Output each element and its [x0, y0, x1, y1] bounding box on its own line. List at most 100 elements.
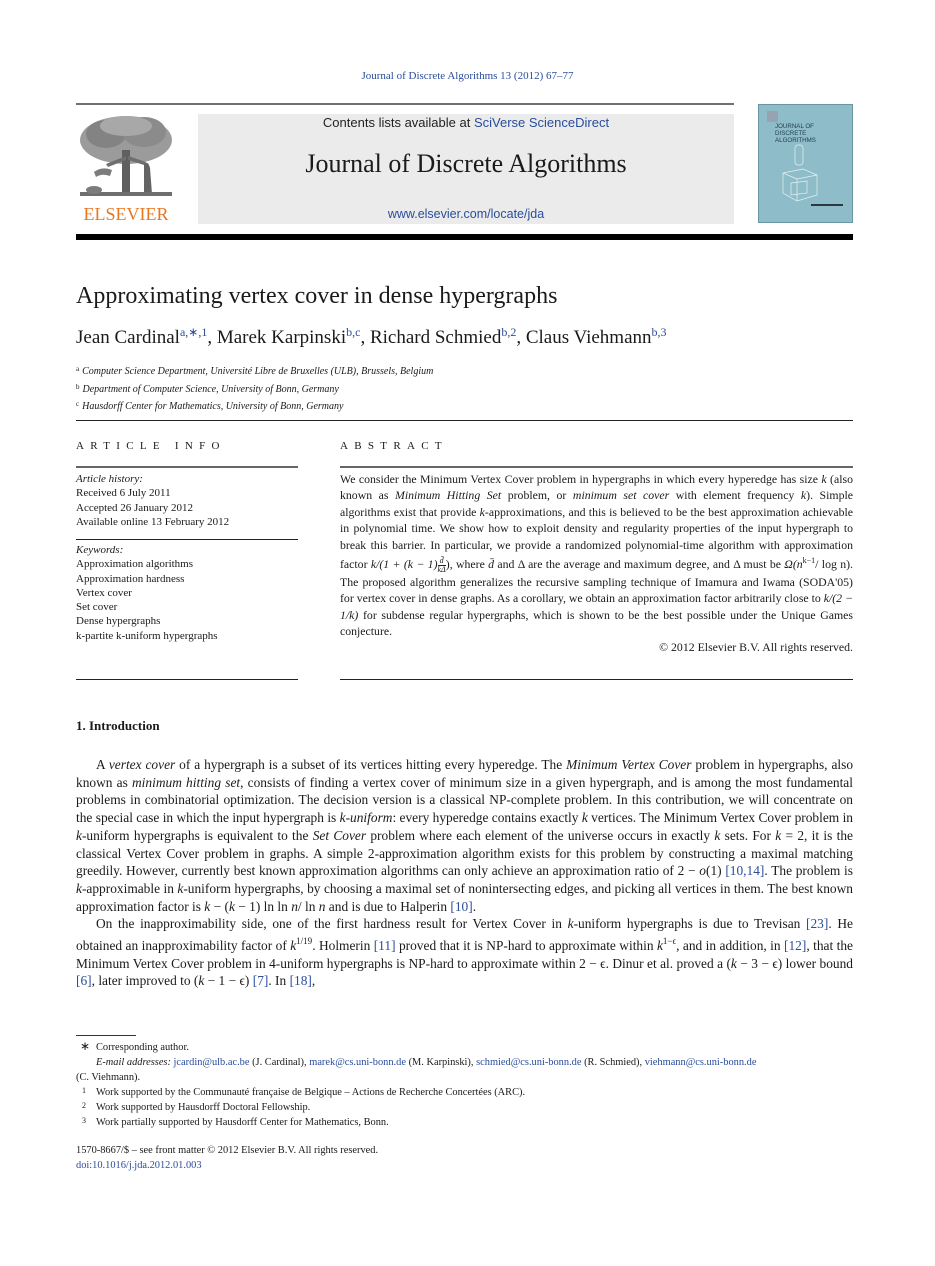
- author-list: Jean Cardinala,∗,1, Marek Karpinskib,c, …: [76, 325, 667, 349]
- author-name: Richard Schmied: [369, 327, 502, 348]
- affiliation-text: Hausdorff Center for Mathematics, Univer…: [82, 401, 344, 412]
- cover-title-line: JOURNAL OF: [775, 123, 814, 130]
- footnote-mark: 3: [82, 1116, 86, 1125]
- italic-term: k: [730, 955, 737, 971]
- italic-term: o: [699, 863, 706, 879]
- info-rule: [76, 539, 298, 540]
- article-history-label: Article history:: [76, 473, 143, 485]
- footnote-corresponding: ∗ Corresponding author.: [76, 1039, 853, 1055]
- journal-url-link[interactable]: www.elsevier.com/locate/jda: [198, 207, 734, 221]
- affiliation-mark: b: [76, 382, 80, 391]
- sciencedirect-link[interactable]: SciVerse ScienceDirect: [474, 115, 609, 130]
- article-history: Article history: Received 6 July 2011 Ac…: [76, 472, 229, 529]
- email-owner-wrap: (C. Viehmann).: [76, 1070, 853, 1085]
- author-separator: ,: [207, 327, 217, 348]
- header-rule: [76, 103, 734, 105]
- history-received: Received 6 July 2011: [76, 487, 171, 500]
- superscript: 1−ϵ: [662, 936, 677, 947]
- citation-link[interactable]: [11]: [374, 938, 396, 953]
- author-affiliation-marks[interactable]: a,∗,1: [180, 325, 207, 339]
- italic-term: k: [177, 880, 184, 896]
- italic-term: n: [291, 898, 298, 914]
- introduction-paragraph: On the inapproximability side, one of th…: [76, 916, 853, 989]
- footnote-text: Work partially supported by Hausdorff Ce…: [96, 1117, 389, 1128]
- italic-term: Minimum Vertex Cover: [566, 757, 692, 772]
- email-label: E-mail addresses:: [96, 1057, 171, 1068]
- abstract-text: We consider the Minimum Vertex Cover pro…: [340, 472, 853, 639]
- article-info-heading: ARTICLE INFO: [76, 440, 226, 452]
- contents-available-line: Contents lists available at SciVerse Sci…: [198, 114, 734, 130]
- email-owner: (J. Cardinal): [252, 1057, 305, 1068]
- email-link[interactable]: jcardin@ulb.ac.be: [174, 1057, 250, 1068]
- superscript: 1/19: [296, 936, 313, 947]
- citation-link[interactable]: [23]: [806, 916, 828, 931]
- author-affiliation-marks[interactable]: b,2: [501, 325, 516, 339]
- author-affiliation-marks[interactable]: b,3: [652, 325, 667, 339]
- author-affiliation-marks[interactable]: b,c: [346, 325, 360, 339]
- affiliation-text: Department of Computer Science, Universi…: [82, 383, 339, 395]
- introduction-paragraph: A vertex cover of a hypergraph is a subs…: [76, 757, 854, 914]
- issn-line: 1570-8667/$ – see front matter © 2012 El…: [76, 1145, 379, 1156]
- footnote-emails: E-mail addresses: jcardin@ulb.ac.be (J. …: [96, 1057, 757, 1068]
- contents-prefix: Contents lists available at: [322, 115, 474, 130]
- email-link[interactable]: marek@cs.uni-bonn.de: [309, 1057, 406, 1068]
- keywords-block: Keywords: Approximation algorithms Appro…: [76, 543, 218, 643]
- author-separator: ,: [360, 327, 370, 348]
- italic-term: k: [581, 810, 588, 826]
- citation-link[interactable]: [10,14]: [725, 863, 764, 878]
- citation-link[interactable]: [18]: [290, 973, 312, 988]
- author-separator: ,: [516, 327, 526, 348]
- footnote-mark: 2: [82, 1101, 86, 1110]
- footnotes: ∗ Corresponding author. E-mail addresses:…: [76, 1039, 853, 1130]
- abstract-rule: [340, 466, 853, 468]
- italic-term: k: [775, 827, 782, 843]
- introduction-heading: 1. Introduction: [76, 718, 160, 733]
- keyword: Approximation algorithms: [76, 558, 194, 571]
- journal-banner: Contents lists available at SciVerse Sci…: [198, 114, 734, 224]
- footnote: 3 Work partially supported by Hausdorff C…: [76, 1115, 853, 1130]
- history-accepted: Accepted 26 January 2012: [76, 501, 193, 514]
- affiliation: a Computer Science Department, Université…: [76, 362, 433, 380]
- email-link[interactable]: schmied@cs.uni-bonn.de: [476, 1057, 581, 1068]
- italic-term: k: [714, 827, 721, 843]
- email-link[interactable]: viehmann@cs.uni-bonn.de: [645, 1057, 757, 1068]
- journal-reference[interactable]: Journal of Discrete Algorithms 13 (2012)…: [0, 70, 935, 82]
- journal-title: Journal of Discrete Algorithms: [305, 149, 627, 178]
- elsevier-tree-icon: [80, 116, 172, 196]
- cover-title: JOURNAL OF DISCRETE ALGORITHMS: [775, 123, 816, 144]
- elsevier-logo[interactable]: ELSEVIER: [76, 112, 176, 224]
- keywords-label: Keywords:: [76, 544, 124, 556]
- abstract-rule: [340, 679, 853, 680]
- italic-term: k-uniform: [339, 810, 393, 826]
- footnote-mark: 1: [82, 1086, 86, 1095]
- email-owner: (C. Viehmann).: [76, 1072, 141, 1083]
- italic-term: k: [567, 916, 574, 932]
- footnote: 1 Work supported by the Communauté frança…: [76, 1085, 853, 1100]
- keyword: k-partite k-uniform hypergraphs: [76, 629, 218, 642]
- keyword: Set cover: [76, 601, 118, 614]
- journal-cover-thumbnail[interactable]: JOURNAL OF DISCRETE ALGORITHMS: [758, 104, 853, 223]
- author-name: Jean Cardinal: [76, 327, 180, 348]
- cover-publisher-bar: [811, 204, 843, 206]
- affiliation: b Department of Computer Science, Univers…: [76, 380, 433, 398]
- keyword: Approximation hardness: [76, 572, 185, 585]
- doi-link[interactable]: doi:10.1016/j.jda.2012.01.003: [76, 1158, 378, 1173]
- header-thick-rule: [76, 234, 853, 240]
- citation-link[interactable]: [10]: [450, 899, 472, 914]
- citation-link[interactable]: [7]: [253, 973, 269, 988]
- article-title: Approximating vertex cover in dense hype…: [76, 283, 558, 309]
- citation-link[interactable]: [12]: [784, 938, 806, 953]
- abstract-heading: ABSTRACT: [340, 440, 448, 452]
- affiliations: a Computer Science Department, Université…: [76, 362, 433, 415]
- affiliation-mark: c: [76, 400, 80, 408]
- footnote-rule: [76, 1035, 136, 1036]
- keyword: Dense hypergraphs: [76, 615, 161, 628]
- footnote-text: Work supported by the Communauté françai…: [96, 1087, 526, 1098]
- page-footer: 1570-8667/$ – see front matter © 2012 El…: [76, 1143, 378, 1173]
- italic-term: minimum hitting set: [132, 774, 241, 790]
- citation-link[interactable]: [6]: [76, 973, 92, 988]
- footnote: 2 Work supported by Hausdorff Doctoral Fe…: [76, 1100, 853, 1115]
- italic-term: Set Cover: [312, 827, 367, 843]
- abstract-copyright: © 2012 Elsevier B.V. All rights reserved…: [659, 640, 853, 655]
- affiliation-mark: a: [76, 365, 80, 373]
